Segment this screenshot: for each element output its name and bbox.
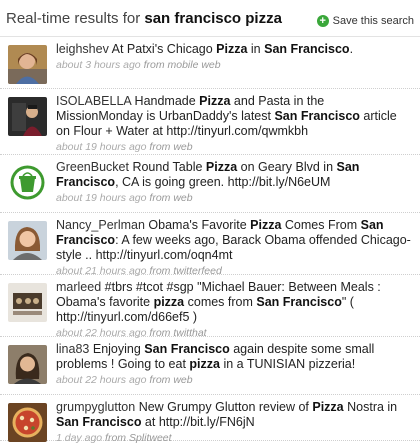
tweet-item: leighshev At Patxi's Chicago Pizza in Sa… <box>0 37 420 89</box>
tweet-meta: about 19 hours ago from web <box>56 192 414 205</box>
tweet-item: lina83 Enjoying San Francisco again desp… <box>0 337 420 395</box>
tweet-text-segment: in a TUNISIAN pizzeria! <box>219 357 356 371</box>
tweet-text: GreenBucket Round Table Pizza on Geary B… <box>56 160 414 190</box>
tweet-username-link[interactable]: Nancy_Perlman <box>56 218 145 232</box>
tweet-meta: about 3 hours ago from mobile web <box>56 59 414 72</box>
tweet-text-segment: Comes From <box>281 218 361 232</box>
search-query: san francisco pizza <box>144 10 282 27</box>
tweet-item: Nancy_Perlman Obama's Favorite Pizza Com… <box>0 213 420 277</box>
user-avatar[interactable] <box>8 283 47 322</box>
query-match-text: Pizza <box>205 160 238 174</box>
query-match-text: pizza <box>153 295 185 309</box>
tweet-source: from web <box>149 141 193 153</box>
tweet-text-segment: comes from <box>184 295 257 309</box>
tweet-item: ISOLABELLA Handmade Pizza and Pasta in t… <box>0 89 420 155</box>
tweet-item: marleed #tbrs #tcot #sgp "Michael Bauer:… <box>0 275 420 339</box>
user-avatar[interactable] <box>8 163 47 202</box>
tweet-timestamp-link[interactable]: about 22 hours ago <box>56 374 147 386</box>
title-prefix: Real-time results for <box>6 10 141 27</box>
search-header: Real-time results for san francisco pizz… <box>0 0 420 36</box>
user-avatar[interactable] <box>8 97 47 136</box>
plus-icon: + <box>316 15 329 27</box>
tweet-text-segment: in <box>247 42 265 56</box>
tweet-text-segment: on Geary Blvd in <box>237 160 337 174</box>
save-search-button[interactable]: + Save this search <box>316 15 414 27</box>
tweet-text-segment: Nostra in <box>343 400 398 414</box>
tweet-item: grumpyglutton New Grumpy Glutton review … <box>0 395 420 443</box>
query-match-text: Pizza <box>199 94 231 108</box>
tweet-text: lina83 Enjoying San Francisco again desp… <box>56 342 414 372</box>
tweet-text: grumpyglutton New Grumpy Glutton review … <box>56 400 414 430</box>
user-avatar[interactable] <box>8 45 47 84</box>
tweet-text: leighshev At Patxi's Chicago Pizza in Sa… <box>56 42 414 57</box>
tweet-text-segment: , CA is going green. http://bit.ly/N6eUM <box>115 175 331 189</box>
tweet-username-link[interactable]: GreenBucket <box>56 160 129 174</box>
tweet-text-segment: At Patxi's Chicago <box>111 42 217 56</box>
tweet-timestamp-link[interactable]: about 3 hours ago <box>56 59 141 71</box>
user-avatar[interactable] <box>8 221 47 260</box>
tweet-timestamp-link[interactable]: about 19 hours ago <box>56 192 147 204</box>
query-match-text: San Francisco <box>256 295 342 309</box>
tweet-username-link[interactable]: marleed <box>56 280 101 294</box>
tweet-text-segment: Round Table <box>132 160 206 174</box>
save-search-label: Save this search <box>332 15 414 27</box>
tweet-text-segment: Handmade <box>134 94 200 108</box>
tweet-meta: about 19 hours ago from web <box>56 141 414 154</box>
tweet-item: GreenBucket Round Table Pizza on Geary B… <box>0 155 420 213</box>
tweet-text: marleed #tbrs #tcot #sgp "Michael Bauer:… <box>56 280 414 325</box>
user-avatar[interactable] <box>8 403 47 442</box>
tweet-meta: 1 day ago from Splitweet <box>56 432 414 443</box>
tweet-timestamp-link[interactable]: 1 day ago <box>56 432 102 443</box>
query-match-text: Pizza <box>312 400 344 414</box>
tweet-timestamp-link[interactable]: about 19 hours ago <box>56 141 147 153</box>
query-match-text: pizza <box>189 357 220 371</box>
query-match-text: Pizza <box>250 218 282 232</box>
query-match-text: San Francisco <box>56 415 142 429</box>
tweet-text-segment: at http://bit.ly/FN6jN <box>141 415 255 429</box>
tweet-source: from web <box>149 374 193 386</box>
results-list: leighshev At Patxi's Chicago Pizza in Sa… <box>0 36 420 443</box>
tweet-username-link[interactable]: grumpyglutton <box>56 400 135 414</box>
tweet-meta: about 22 hours ago from web <box>56 374 414 387</box>
query-match-text: San Francisco <box>144 342 230 356</box>
tweet-username-link[interactable]: ISOLABELLA <box>56 94 131 108</box>
tweet-text: Nancy_Perlman Obama's Favorite Pizza Com… <box>56 218 414 263</box>
query-match-text: San Francisco <box>274 109 360 123</box>
tweet-text-segment: New Grumpy Glutton review of <box>138 400 313 414</box>
tweet-username-link[interactable]: leighshev <box>56 42 109 56</box>
tweet-text-segment: Obama's Favorite <box>148 218 251 232</box>
tweet-text-segment: . <box>349 42 354 56</box>
query-match-text: San Francisco <box>264 42 350 56</box>
tweet-username-link[interactable]: lina83 <box>56 342 89 356</box>
tweet-text-segment: Enjoying <box>92 342 145 356</box>
tweet-text: ISOLABELLA Handmade Pizza and Pasta in t… <box>56 94 414 139</box>
tweet-source: from mobile web <box>143 59 221 71</box>
tweet-source: from Splitweet <box>105 432 172 443</box>
query-match-text: Pizza <box>216 42 248 56</box>
user-avatar[interactable] <box>8 345 47 384</box>
tweet-source: from web <box>149 192 193 204</box>
